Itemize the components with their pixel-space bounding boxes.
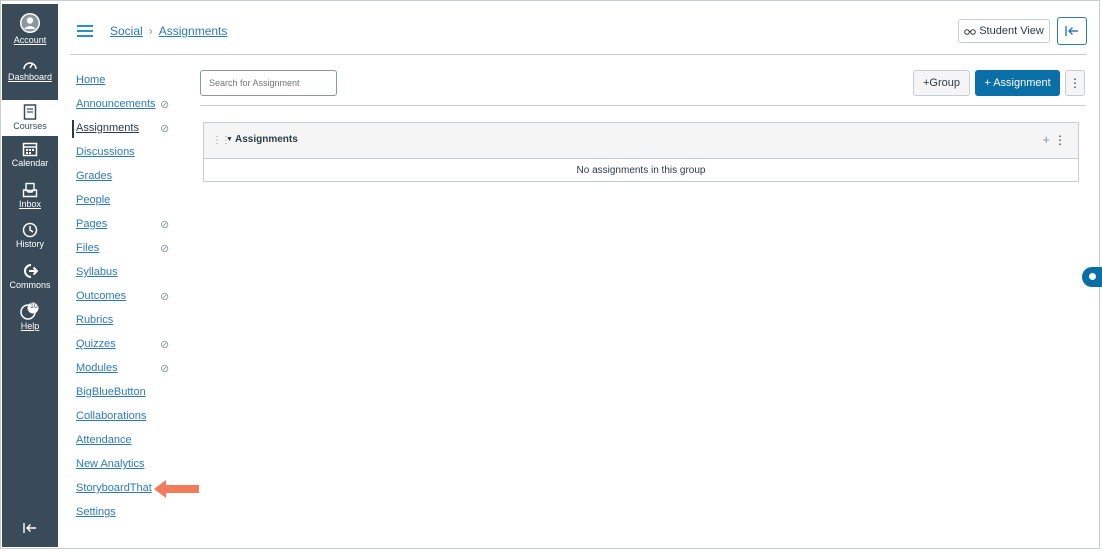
collapse-course-nav-button[interactable] [1057, 17, 1087, 45]
hidden-eye-icon: ⊘ [160, 363, 170, 375]
widget-dot-icon [1089, 273, 1096, 280]
global-nav-commons-label: Commons [9, 280, 51, 290]
course-nav-bigbluebutton[interactable]: BigBlueButton [76, 386, 146, 398]
group-options-kebab-icon[interactable]: ⋮ [1054, 133, 1066, 147]
search-assignment-input[interactable] [200, 70, 337, 96]
course-nav-discussions[interactable]: Discussions [76, 146, 135, 158]
side-widget-tab[interactable] [1082, 267, 1102, 287]
account-avatar-icon [20, 13, 40, 33]
course-nav-home[interactable]: Home [76, 74, 105, 86]
breadcrumb-assignments-link[interactable]: Assignments [159, 24, 228, 38]
course-nav-settings[interactable]: Settings [76, 506, 116, 518]
course-nav-rubrics[interactable]: Rubrics [76, 314, 113, 326]
student-view-button[interactable]: Student View [958, 19, 1050, 43]
course-nav-syllabus[interactable]: Syllabus [76, 266, 118, 278]
global-nav-help[interactable]: 10 Help [2, 302, 58, 331]
hidden-eye-icon: ⊘ [160, 219, 170, 231]
hidden-eye-icon: ⊘ [160, 99, 170, 111]
calendar-icon [22, 142, 38, 157]
hidden-eye-icon: ⊘ [160, 243, 170, 255]
global-nav-calendar[interactable]: Calendar [2, 141, 58, 168]
add-group-button[interactable]: +Group [913, 70, 970, 96]
course-nav-people[interactable]: People [76, 194, 110, 206]
collapse-global-nav-button[interactable] [2, 521, 58, 539]
course-nav-announcements[interactable]: Announcements [76, 98, 156, 110]
course-nav-storyboardthat[interactable]: StoryboardThat [76, 482, 152, 494]
assignment-group-title: Assignments [235, 134, 298, 145]
global-nav-inbox[interactable]: Inbox [2, 182, 58, 209]
global-nav-account-label: Account [13, 35, 47, 45]
breadcrumb-course-link[interactable]: Social [110, 24, 143, 38]
hamburger-menu-icon[interactable] [77, 25, 93, 37]
course-nav-quizzes[interactable]: Quizzes [76, 338, 116, 350]
breadcrumb-separator: › [148, 24, 153, 38]
global-nav-inbox-label: Inbox [18, 199, 42, 209]
inbox-icon [22, 182, 38, 198]
global-nav-calendar-label: Calendar [11, 158, 49, 168]
collapse-left-icon [23, 523, 36, 533]
courses-book-icon [23, 104, 37, 120]
dashboard-gauge-icon [23, 62, 37, 70]
course-nav-modules[interactable]: Modules [76, 362, 118, 374]
course-nav-new-analytics[interactable]: New Analytics [76, 458, 144, 470]
global-nav: Account Dashboard Courses Calendar Inbox [2, 4, 58, 547]
highlight-arrow-icon [154, 480, 199, 498]
course-nav-outcomes[interactable]: Outcomes [76, 290, 126, 302]
glasses-icon [964, 29, 976, 35]
global-nav-history-label: History [15, 239, 44, 249]
header-divider [70, 54, 1087, 55]
active-indicator [72, 120, 74, 138]
add-assignment-button[interactable]: + Assignment [975, 70, 1060, 96]
caret-down-icon[interactable]: ▼ [226, 136, 233, 143]
course-nav-grades[interactable]: Grades [76, 170, 112, 182]
hidden-eye-icon: ⊘ [160, 339, 170, 351]
global-nav-dashboard-label: Dashboard [7, 72, 53, 82]
global-nav-courses-label: Courses [13, 121, 47, 131]
global-nav-dashboard[interactable]: Dashboard [2, 57, 58, 82]
history-clock-icon [22, 222, 38, 238]
toolbar-divider [200, 105, 1086, 106]
course-nav-files[interactable]: Files [76, 242, 99, 254]
hidden-eye-icon: ⊘ [160, 123, 170, 135]
empty-group-message: No assignments in this group [576, 165, 706, 176]
course-nav-collaborations[interactable]: Collaborations [76, 410, 146, 422]
student-view-label: Student View [979, 25, 1044, 37]
breadcrumb: Social › Assignments [110, 24, 227, 38]
global-nav-help-label: Help [20, 321, 40, 331]
course-nav-attendance[interactable]: Attendance [76, 434, 132, 446]
global-nav-account[interactable]: Account [2, 12, 58, 45]
more-options-kebab-icon[interactable]: ⋮ [1065, 70, 1085, 96]
global-nav-commons[interactable]: Commons [2, 263, 58, 290]
global-nav-history[interactable]: History [2, 222, 58, 249]
assignment-group-header[interactable]: ⋮⋮ ▼ Assignments + ⋮ [204, 123, 1078, 159]
hidden-eye-icon: ⊘ [160, 291, 170, 303]
commons-arrow-icon [24, 264, 38, 278]
add-to-group-icon[interactable]: + [1042, 132, 1050, 147]
assignment-group: ⋮⋮ ▼ Assignments + ⋮ No assignments in t… [203, 122, 1079, 182]
collapse-left-icon [1065, 26, 1078, 36]
course-nav-pages[interactable]: Pages [76, 218, 107, 230]
global-nav-courses[interactable]: Courses [2, 100, 58, 136]
help-badge: 10 [30, 303, 38, 310]
course-nav-assignments[interactable]: Assignments [76, 122, 139, 134]
